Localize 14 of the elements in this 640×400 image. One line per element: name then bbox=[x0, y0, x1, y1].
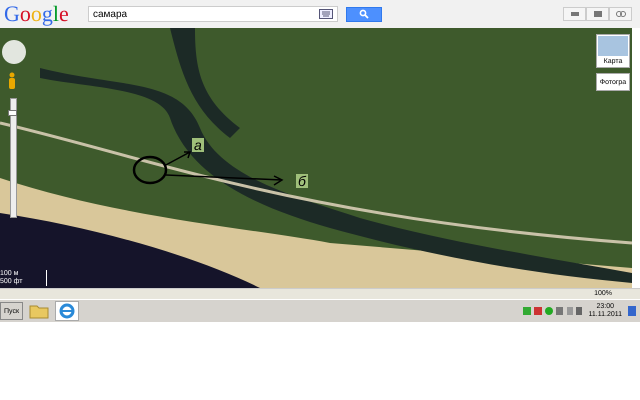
search-icon bbox=[359, 9, 369, 19]
browser-taskbar-button[interactable] bbox=[55, 301, 80, 321]
link-icon bbox=[614, 10, 626, 18]
search-field[interactable]: самара bbox=[88, 6, 338, 22]
zoom-slider[interactable] bbox=[10, 98, 17, 218]
zoom-slider-thumb[interactable] bbox=[8, 110, 17, 116]
google-logo[interactable]: Google bbox=[4, 1, 80, 27]
folder-icon[interactable] bbox=[29, 303, 50, 319]
link-button[interactable] bbox=[609, 7, 632, 21]
satellite-map-placeholder[interactable] bbox=[0, 28, 632, 288]
annotation-label: б bbox=[296, 174, 308, 188]
search-button[interactable] bbox=[346, 6, 382, 22]
annotation-label: а bbox=[192, 138, 204, 152]
tray-icons-drawing[interactable] bbox=[522, 306, 583, 316]
